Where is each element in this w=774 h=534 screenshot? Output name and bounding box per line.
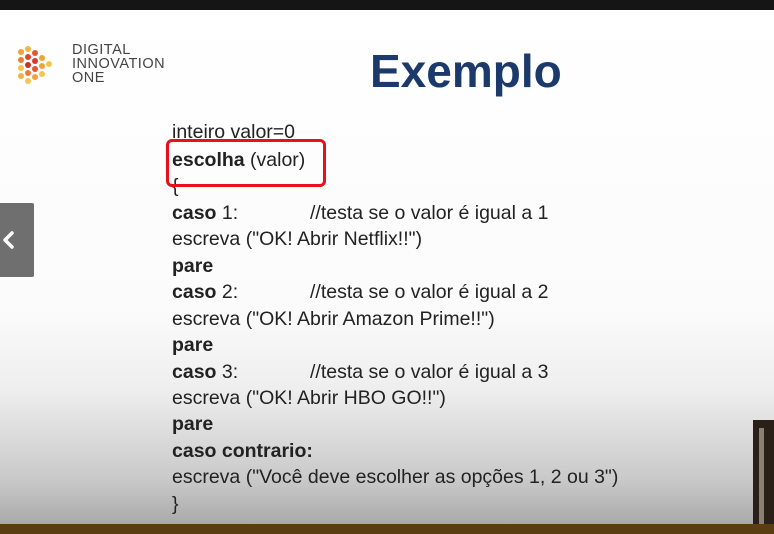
webcam-detail: [759, 428, 764, 524]
code-comment: //testa se o valor é igual a 2: [310, 281, 549, 303]
bottom-bar: [0, 524, 774, 534]
dio-logo-icon: [18, 46, 52, 84]
previous-slide-button[interactable]: [0, 203, 34, 277]
code-text: 3:: [216, 361, 239, 383]
brand-logo-text: DIGITAL INNOVATION ONE: [72, 42, 166, 86]
code-line: }: [172, 493, 179, 515]
webcam-overlay: [753, 420, 774, 524]
slide-title: Exemplo: [370, 45, 562, 97]
code-line: escreva ("OK! Abrir Netflix!!"): [172, 228, 423, 250]
code-line: pare: [172, 412, 213, 436]
code-line: caso 2:: [172, 280, 238, 304]
brand-line-1: DIGITAL: [72, 42, 131, 58]
code-comment: //testa se o valor é igual a 3: [310, 361, 549, 383]
highlight-box: [166, 139, 326, 187]
code-keyword: pare: [172, 255, 214, 277]
code-keyword: caso: [172, 281, 217, 303]
code-line: caso 3:: [172, 360, 238, 384]
code-comment: //testa se o valor é igual a 1: [310, 202, 549, 224]
code-line: caso 1:: [172, 201, 238, 225]
code-line: escreva ("OK! Abrir HBO GO!!"): [172, 387, 446, 409]
top-bar: [0, 0, 774, 10]
code-line: pare: [172, 254, 213, 278]
brand-line-3: ONE: [72, 70, 105, 86]
code-keyword: caso: [172, 361, 217, 383]
chevron-left-icon: [3, 231, 14, 249]
code-text: 2:: [216, 281, 239, 303]
brand-line-2: INNOVATION: [72, 56, 166, 72]
code-keyword: pare: [172, 334, 214, 356]
code-line: pare: [172, 333, 213, 357]
code-line: escreva ("Você deve escolher as opções 1…: [172, 466, 619, 488]
code-line: escreva ("OK! Abrir Amazon Prime!!"): [172, 308, 495, 330]
code-text: 1:: [216, 202, 239, 224]
code-keyword: caso: [172, 202, 217, 224]
code-keyword: caso contrario:: [172, 440, 313, 462]
code-keyword: pare: [172, 413, 214, 435]
code-line: caso contrario:: [172, 439, 313, 463]
